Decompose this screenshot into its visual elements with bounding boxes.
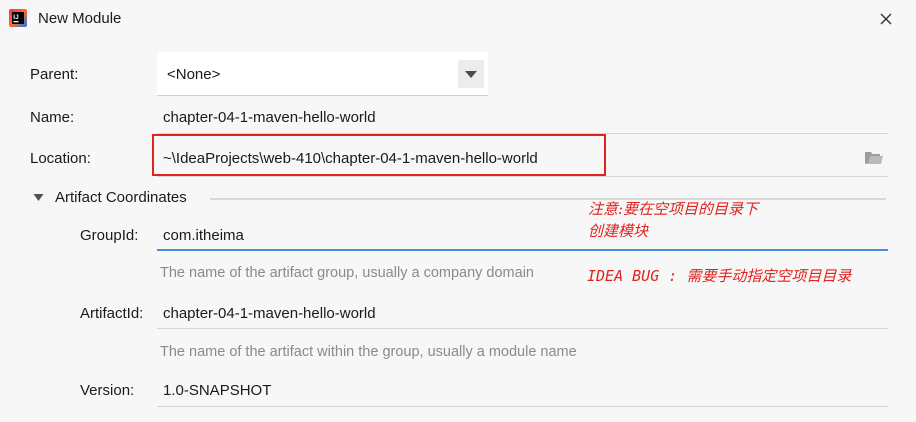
- location-highlight-box: [152, 134, 606, 176]
- groupid-focus-underline: [157, 249, 888, 251]
- chevron-down-icon: [465, 71, 477, 78]
- svg-text:IJ: IJ: [13, 14, 19, 21]
- groupid-hint: The name of the artifact group, usually …: [160, 265, 534, 281]
- parent-value[interactable]: <None>: [167, 66, 220, 83]
- section-divider: [210, 198, 886, 200]
- location-label: Location:: [30, 150, 91, 167]
- close-icon[interactable]: [876, 9, 896, 29]
- name-input[interactable]: chapter-04-1-maven-hello-world: [163, 109, 376, 126]
- artifactid-input[interactable]: chapter-04-1-maven-hello-world: [163, 305, 376, 322]
- section-title[interactable]: Artifact Coordinates: [55, 189, 187, 206]
- parent-dropdown-button[interactable]: [458, 60, 484, 88]
- artifactid-underline: [157, 328, 888, 329]
- folder-icon[interactable]: [864, 150, 884, 166]
- window-title: New Module: [38, 10, 122, 27]
- intellij-idea-icon: IJ: [9, 9, 27, 27]
- version-underline: [157, 406, 888, 407]
- annotation-note-line2: 创建模块: [588, 222, 649, 240]
- groupid-input[interactable]: com.itheima: [163, 227, 244, 244]
- title-bar: IJ New Module: [0, 0, 916, 38]
- groupid-label: GroupId:: [80, 227, 139, 244]
- parent-label: Parent:: [30, 66, 79, 83]
- triangle-down-icon[interactable]: [33, 193, 44, 202]
- version-label: Version:: [80, 382, 135, 399]
- artifactid-label: ArtifactId:: [80, 305, 144, 322]
- annotation-bug-note: IDEA BUG : 需要手动指定空项目目录: [587, 267, 852, 285]
- annotation-note-line1: 注意:要在空项目的目录下: [588, 200, 759, 218]
- artifactid-hint: The name of the artifact within the grou…: [160, 344, 577, 360]
- location-underline: [157, 176, 888, 177]
- name-label: Name:: [30, 109, 75, 126]
- version-input[interactable]: 1.0-SNAPSHOT: [163, 382, 271, 399]
